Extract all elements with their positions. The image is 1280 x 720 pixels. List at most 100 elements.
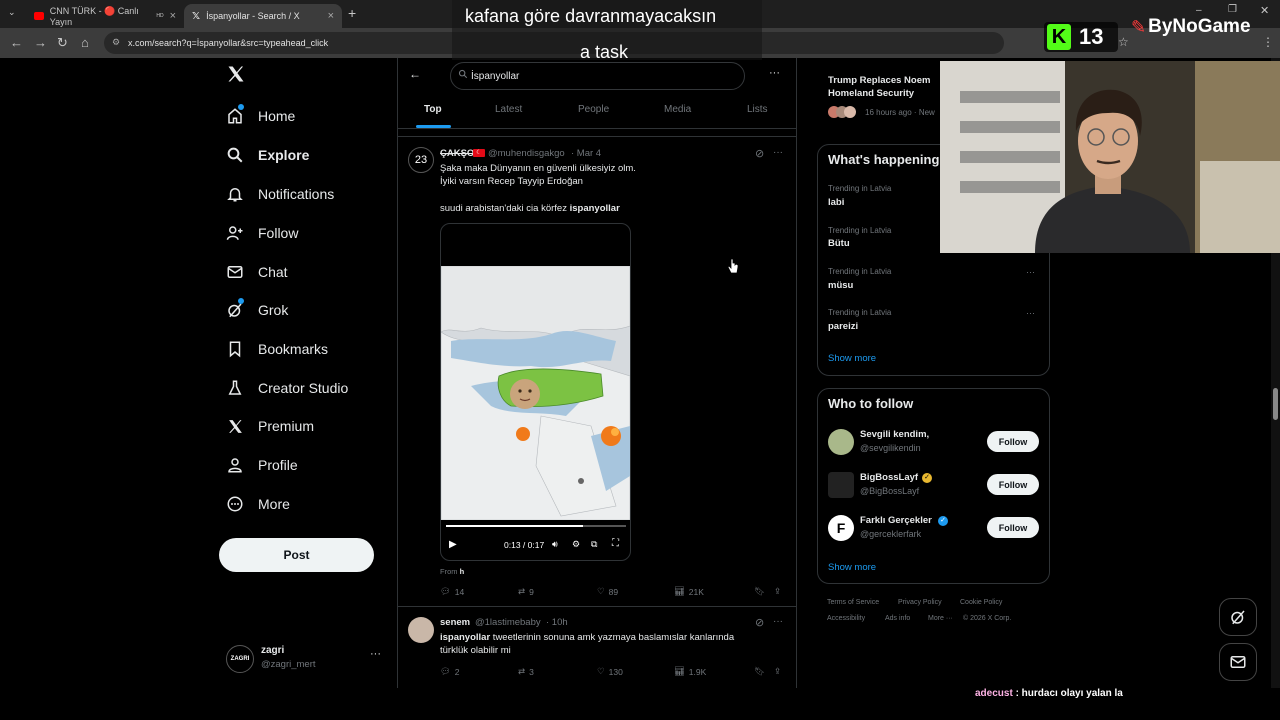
bookmark-icon[interactable]: 🔖︎: [754, 586, 765, 597]
close-icon[interactable]: ×: [328, 10, 334, 22]
share-icon[interactable]: ⇪: [774, 586, 781, 597]
sidebar-item-premium[interactable]: Premium: [226, 414, 314, 438]
tab-lists[interactable]: Lists: [747, 104, 768, 115]
tweet-time[interactable]: · 10h: [546, 617, 568, 628]
minimize-icon[interactable]: –: [1196, 5, 1202, 16]
follow-button[interactable]: Follow: [987, 431, 1039, 452]
picture-in-picture-icon[interactable]: ⧉: [591, 539, 597, 550]
search-input[interactable]: İspanyollar: [450, 62, 745, 90]
x-logo-icon[interactable]: [226, 64, 248, 88]
fullscreen-icon[interactable]: ⛶: [612, 538, 619, 549]
tweet-display-name[interactable]: senem: [440, 617, 470, 628]
sidebar-item-bookmarks[interactable]: Bookmarks: [226, 337, 328, 361]
sidebar-item-notifications[interactable]: Notifications: [226, 182, 334, 206]
tab-list-chevron-icon[interactable]: ⌄: [8, 7, 16, 18]
browser-tab-cnn[interactable]: CNN TÜRK - 🔴 Canlı Yayın HD ×: [26, 4, 184, 28]
more-dots-icon[interactable]: ···: [769, 67, 780, 79]
home-icon[interactable]: ⌂: [81, 35, 89, 50]
window-close-icon[interactable]: ✕: [1260, 4, 1269, 17]
sidebar-item-home[interactable]: Home: [226, 104, 295, 128]
tweet[interactable]: 23 ÇAKŞO ☾ @muhendisgakgo · Mar 4 ⊘ ··· …: [398, 137, 796, 605]
wtf-handle[interactable]: @sevgilikendin: [860, 443, 921, 453]
tweet[interactable]: senem @1lastimebaby · 10h ⊘ ··· ispanyol…: [398, 607, 796, 687]
messages-floating-button[interactable]: [1219, 643, 1257, 681]
views-button[interactable]: 📊︎ 1.9K: [674, 666, 706, 677]
scrollbar-thumb[interactable]: [1273, 388, 1278, 420]
browser-tab-x-search[interactable]: 𝕏 İspanyollar - Search / X ×: [184, 4, 342, 28]
sidebar-item-more[interactable]: More: [226, 492, 290, 516]
tweet-time[interactable]: · Mar 4: [571, 148, 601, 159]
reply-button[interactable]: 💬︎ 2: [440, 666, 460, 677]
repost-button[interactable]: ⇄ 9: [518, 586, 534, 597]
follow-button[interactable]: Follow: [987, 474, 1039, 495]
wtf-handle[interactable]: @BigBossLayf: [860, 486, 919, 496]
back-arrow-icon[interactable]: ←: [409, 67, 421, 81]
sidebar-item-grok[interactable]: Grok: [226, 298, 288, 322]
wtf-name[interactable]: Farklı Gerçekler: [860, 515, 932, 526]
wtf-name[interactable]: Sevgili kendim,: [860, 429, 929, 440]
like-button[interactable]: ♡ 89: [597, 586, 618, 597]
avatar[interactable]: F: [828, 515, 854, 541]
more-dots-icon[interactable]: ···: [1026, 308, 1035, 318]
browser-menu-icon[interactable]: ⋮: [1262, 35, 1274, 49]
tweet-handle[interactable]: @1lastimebaby: [475, 617, 541, 628]
reload-icon[interactable]: ↻: [57, 35, 68, 51]
close-icon[interactable]: ×: [170, 10, 176, 22]
settings-icon[interactable]: ⚙: [572, 539, 580, 550]
video-progress-track[interactable]: [446, 525, 626, 527]
sidebar-item-chat[interactable]: Chat: [226, 260, 288, 284]
sidebar-item-follow[interactable]: Follow: [226, 221, 298, 245]
site-info-icon[interactable]: ⚙: [112, 37, 120, 48]
wtf-show-more[interactable]: Show more: [828, 562, 876, 573]
sidebar-item-explore[interactable]: Explore: [226, 143, 309, 167]
grok-icon[interactable]: ⊘: [755, 147, 764, 160]
wtf-handle[interactable]: @gerceklerfark: [860, 529, 921, 539]
footer-link-ads[interactable]: Ads info: [885, 615, 910, 622]
avatar[interactable]: [828, 429, 854, 455]
tweet-handle[interactable]: @muhendisgakgo: [488, 148, 565, 159]
avatar[interactable]: [408, 617, 434, 643]
footer-link-more[interactable]: More ···: [928, 615, 953, 622]
footer-link-cookie[interactable]: Cookie Policy: [960, 599, 1002, 606]
share-icon[interactable]: ⇪: [774, 666, 781, 677]
sidebar-item-profile[interactable]: Profile: [226, 453, 298, 477]
tab-people[interactable]: People: [578, 104, 609, 115]
grok-icon[interactable]: ⊘: [755, 616, 764, 629]
trending-show-more[interactable]: Show more: [828, 353, 876, 364]
tab-latest[interactable]: Latest: [495, 104, 522, 115]
repost-button[interactable]: ⇄ 3: [518, 666, 534, 677]
reply-button[interactable]: 💬︎ 14: [440, 586, 464, 597]
bookmark-icon[interactable]: 🔖︎: [754, 666, 765, 677]
from-value[interactable]: h: [460, 567, 465, 576]
tab-media[interactable]: Media: [664, 104, 691, 115]
like-button[interactable]: ♡ 130: [597, 666, 623, 677]
more-dots-icon[interactable]: ···: [773, 147, 783, 158]
grok-icon: [1231, 610, 1245, 625]
forward-arrow-icon[interactable]: →: [34, 35, 47, 50]
account-switcher[interactable]: ZAGRI zagri @zagri_mert ···: [226, 642, 386, 676]
maximize-icon[interactable]: ❐: [1228, 4, 1237, 15]
wtf-name[interactable]: BigBossLayf: [860, 472, 918, 483]
footer-link-accessibility[interactable]: Accessibility: [827, 615, 865, 622]
tab-top[interactable]: Top: [424, 104, 442, 115]
sidebar-item-creator-studio[interactable]: Creator Studio: [226, 376, 348, 400]
play-icon[interactable]: ▶: [449, 539, 457, 550]
new-tab-icon[interactable]: +: [348, 5, 356, 21]
more-dots-icon[interactable]: ···: [1026, 267, 1035, 277]
views-button[interactable]: 📊︎ 21K: [674, 586, 704, 597]
video-player[interactable]: ▶ 0:13 / 0:17 🔊︎ ⚙ ⧉ ⛶: [440, 223, 631, 561]
tweet-display-name[interactable]: ÇAKŞO: [440, 148, 474, 159]
follow-button[interactable]: Follow: [987, 517, 1039, 538]
avatar[interactable]: [828, 472, 854, 498]
back-arrow-icon[interactable]: ←: [10, 35, 23, 50]
more-dots-icon[interactable]: ···: [773, 616, 783, 627]
volume-icon[interactable]: 🔊︎: [552, 539, 558, 550]
star-icon[interactable]: ☆: [1118, 35, 1129, 49]
grok-floating-button[interactable]: [1219, 598, 1257, 636]
views-icon: 📊︎: [674, 666, 685, 676]
post-button[interactable]: Post: [219, 538, 374, 572]
footer-link-terms[interactable]: Terms of Service: [827, 599, 879, 606]
more-dots-icon[interactable]: ···: [370, 648, 381, 660]
footer-link-privacy[interactable]: Privacy Policy: [898, 599, 942, 606]
avatar[interactable]: 23: [408, 147, 434, 173]
